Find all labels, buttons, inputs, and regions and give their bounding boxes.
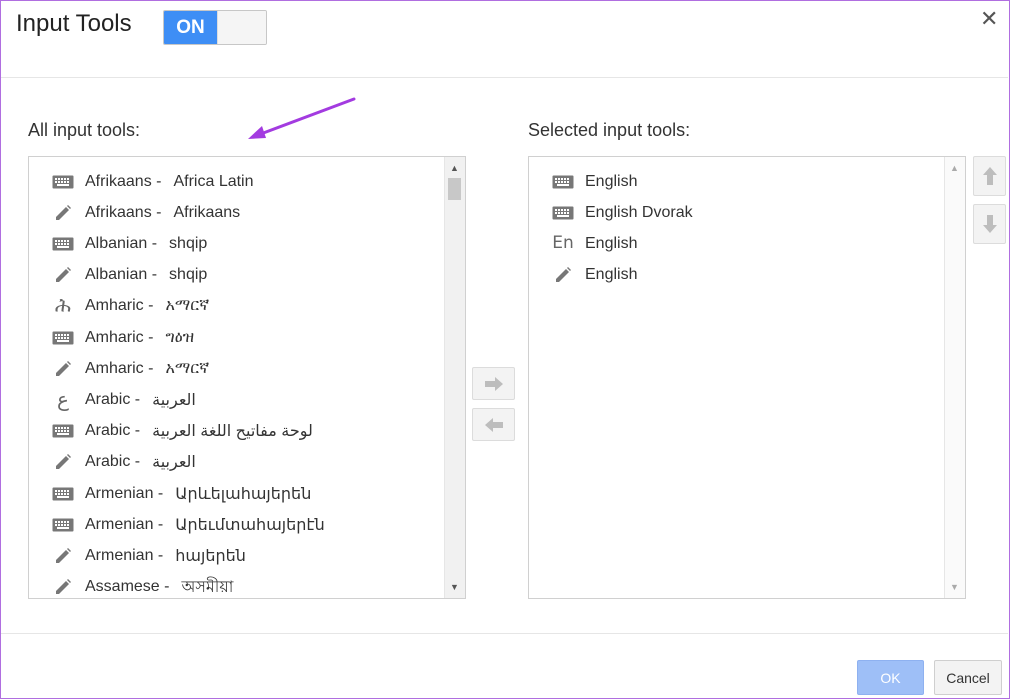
native-name: հայերեն [175,547,246,565]
language-name: English [585,234,638,252]
language-name: English [585,172,638,190]
close-icon[interactable]: ✕ [980,6,998,32]
language-name: Arabic - [85,453,141,471]
input-tool-item[interactable]: English Dvorak [551,197,693,228]
en-glyph-icon: En [552,233,574,254]
language-name: Amharic - [85,328,154,346]
native-name: العربية [152,454,196,472]
input-tools-toggle[interactable]: ON [163,10,267,45]
keyboard-icon [551,203,575,223]
language-name: English [585,266,638,284]
keyboard-icon [51,515,75,535]
keyboard-icon [51,172,75,192]
language-name: Afrikaans - [85,172,162,190]
native-name: Արևելահայերեն [175,485,312,503]
native-name: Africa Latin [173,172,254,190]
language-name: Albanian - [85,266,158,284]
pencil-icon [51,359,75,379]
input-tool-item[interactable]: English [551,260,637,291]
language-name: Armenian - [85,515,164,533]
keyboard-icon [51,328,75,348]
input-tool-item[interactable]: Armenian - հայերեն [51,540,246,571]
arrow-right-icon [484,376,503,391]
keyboard-icon [51,234,75,254]
input-tool-item[interactable]: Albanian - shqip [51,228,207,259]
toggle-on-label: ON [164,11,217,44]
scroll-up-arrow-icon[interactable]: ▲ [450,163,459,173]
remove-tool-button[interactable] [472,408,515,441]
all-input-tools-list[interactable]: Afrikaans - Africa Latin Afrikaans - Afrika… [28,156,466,599]
native-name: አማርኛ [165,359,210,377]
selected-input-tools-list[interactable]: English English Dvorak En English English ▲ … [528,156,966,599]
arabic-glyph-icon: ع [57,388,69,411]
native-name: لوحة مفاتيح اللغة العربية [152,423,313,441]
input-tool-item[interactable]: Albanian - shqip [51,260,207,291]
scroll-down-arrow-icon[interactable]: ▼ [950,582,959,592]
native-name: Afrikaans [173,203,241,221]
toggle-knob[interactable] [217,11,266,44]
header-divider [1,77,1008,78]
amharic-glyph-icon: ሕ [54,295,72,318]
keyboard-icon [551,172,575,192]
language-name: Amharic - [85,297,154,315]
arrow-down-icon [982,215,997,233]
pencil-icon [51,203,75,223]
move-down-button[interactable] [973,204,1006,244]
native-name: አማርኛ [165,297,210,315]
language-name: Armenian - [85,546,164,564]
ok-button[interactable]: OK [857,660,924,695]
add-tool-button[interactable] [472,367,515,400]
language-name: Arabic - [85,422,141,440]
native-name: ግዕዝ [165,328,195,346]
input-tool-item[interactable]: Afrikaans - Africa Latin [51,166,254,197]
keyboard-icon [51,421,75,441]
language-name: Albanian - [85,234,158,252]
cancel-button[interactable]: Cancel [934,660,1002,695]
all-input-tools-label: All input tools: [28,120,141,140]
input-tool-item[interactable]: Afrikaans - Afrikaans [51,197,240,228]
input-tool-item[interactable]: Armenian - Արևելահայերեն [51,478,311,509]
scroll-down-arrow-icon[interactable]: ▼ [450,582,459,592]
language-name: Assamese - [85,578,170,596]
input-tool-item[interactable]: English [551,166,637,197]
input-tool-item[interactable]: Assamese - অসমীয়া [51,572,234,598]
pencil-icon [51,265,75,285]
input-tool-item[interactable]: Armenian - Արեւմտահայերէն [51,509,325,540]
selected-input-tools-label: Selected input tools: [528,120,691,140]
pencil-icon [51,452,75,472]
language-name: Arabic - [85,390,141,408]
language-name: Amharic - [85,359,154,377]
language-name: Armenian - [85,484,164,502]
input-tool-item[interactable]: ሕ Amharic - አማርኛ [51,291,209,322]
language-name: English Dvorak [585,203,693,221]
input-tool-item[interactable]: En English [551,228,637,259]
scroll-up-arrow-icon[interactable]: ▲ [950,163,959,173]
dialog-title: Input Tools [16,10,132,37]
native-name: العربية [152,391,196,409]
arrow-left-icon [484,417,503,432]
scroll-thumb[interactable] [448,178,461,200]
right-list-scrollbar[interactable]: ▲ ▼ [944,157,965,598]
pencil-icon [551,265,575,285]
input-tool-item[interactable]: Amharic - ግዕዝ [51,322,194,353]
input-tool-item[interactable]: Arabic - لوحة مفاتيح اللغة العربية [51,416,313,447]
input-tool-item[interactable]: ع Arabic - العربية [51,384,196,415]
language-name: Afrikaans - [85,203,162,221]
left-list-scrollbar[interactable]: ▲ ▼ [444,157,465,598]
pencil-icon [51,546,75,566]
annotation-arrow-icon [248,97,356,139]
input-tool-item[interactable]: Amharic - አማርኛ [51,353,209,384]
native-name: shqip [169,234,208,252]
arrow-up-icon [982,167,997,185]
native-name: অসমীয়া [181,578,234,596]
keyboard-icon [51,484,75,504]
input-tool-item[interactable]: Arabic - العربية [51,447,196,478]
pencil-icon [51,577,75,597]
native-name: shqip [169,266,208,284]
move-up-button[interactable] [973,156,1006,196]
footer-divider [1,633,1008,634]
native-name: Արեւմտահայերէն [175,516,325,534]
